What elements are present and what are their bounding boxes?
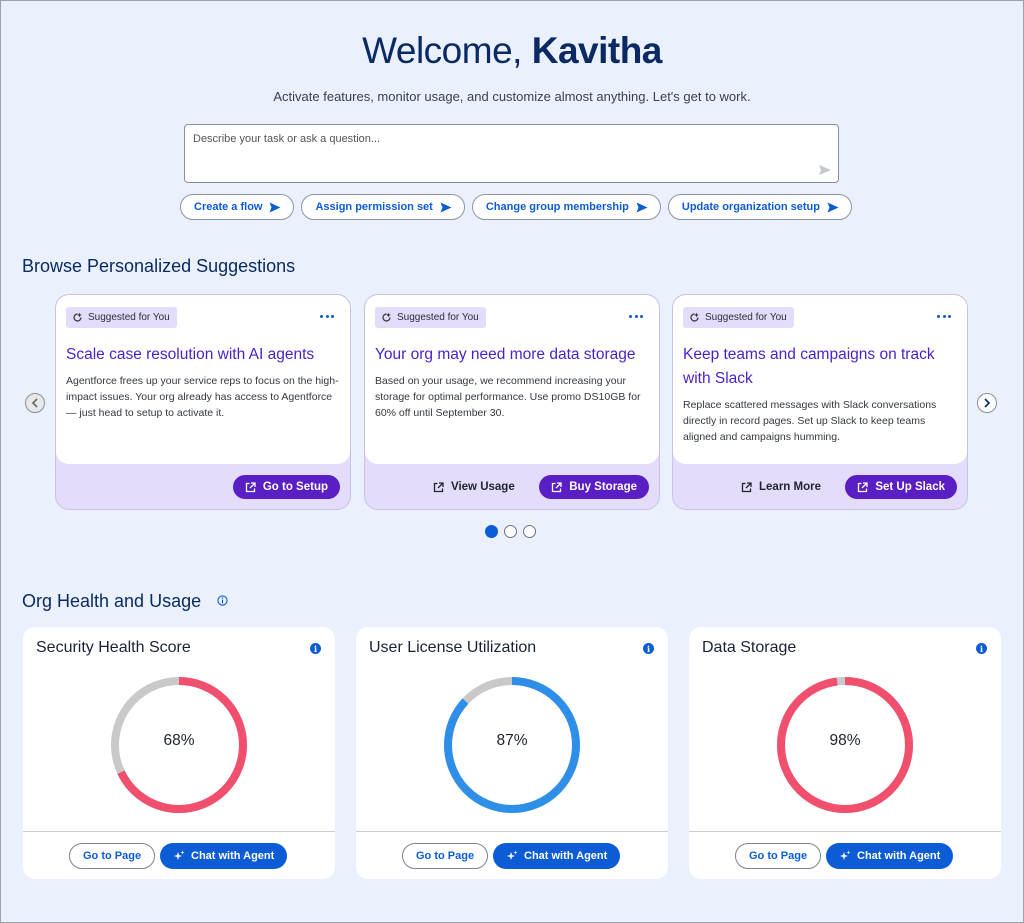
- greeting-text: Welcome,: [362, 30, 522, 71]
- send-icon: [440, 202, 452, 212]
- donut-gauge: 87%: [442, 675, 582, 815]
- quick-action-change-group-membership[interactable]: Change group membership: [471, 194, 661, 220]
- button-label: Chat with Agent: [191, 850, 275, 862]
- suggested-badge: Suggested for You: [66, 307, 177, 328]
- send-icon[interactable]: [818, 164, 832, 176]
- carousel-dot[interactable]: [485, 525, 498, 538]
- badge-label: Suggested for You: [88, 312, 170, 323]
- divider: [23, 831, 335, 832]
- gauge-value: 87%: [496, 732, 528, 749]
- send-icon: [636, 202, 648, 212]
- metric-card-user-license: User License Utilization i 87% Go to Pag…: [356, 627, 668, 879]
- external-link-icon: [245, 481, 256, 492]
- info-icon[interactable]: i: [310, 643, 321, 654]
- card-title: Your org may need more data storage: [375, 346, 636, 363]
- go-to-setup-button[interactable]: Go to Setup: [232, 475, 340, 499]
- go-to-page-button[interactable]: Go to Page: [735, 843, 822, 869]
- quick-actions: Create a flow Assign permission set Chan…: [180, 194, 852, 220]
- button-label: Chat with Agent: [524, 850, 608, 862]
- suggested-badge: Suggested for You: [683, 307, 794, 328]
- suggested-badge: Suggested for You: [375, 307, 486, 328]
- metric-card-data-storage: Data Storage i 98% Go to Page Chat with …: [689, 627, 1001, 879]
- button-label: Set Up Slack: [875, 481, 945, 493]
- quick-action-assign-permission-set[interactable]: Assign permission set: [301, 194, 465, 220]
- card-description: Agentforce frees up your service reps to…: [66, 375, 339, 419]
- view-usage-link[interactable]: View Usage: [433, 475, 515, 499]
- metric-title: Security Health Score: [36, 639, 191, 656]
- external-link-icon: [858, 481, 868, 492]
- card-title: Scale case resolution with AI agents: [66, 346, 315, 363]
- external-link-icon: [552, 481, 562, 492]
- sparkle-icon: [174, 850, 185, 860]
- set-up-slack-button[interactable]: Set Up Slack: [845, 475, 957, 499]
- info-icon[interactable]: [217, 595, 228, 606]
- suggestion-card: Suggested for You Keep teams and campaig…: [672, 294, 968, 510]
- chevron-left-icon: [31, 398, 38, 408]
- suggestion-card: Suggested for You Your org may need more…: [364, 294, 660, 510]
- quick-action-create-flow[interactable]: Create a flow: [180, 194, 295, 220]
- link-label: View Usage: [451, 481, 515, 493]
- sparkle-icon: [840, 850, 851, 860]
- quick-action-label: Create a flow: [194, 201, 263, 213]
- carousel-prev-button[interactable]: [25, 393, 45, 413]
- more-options-icon[interactable]: [629, 311, 643, 321]
- sparkle-icon: [507, 850, 518, 860]
- send-icon: [827, 202, 839, 212]
- donut-gauge: 68%: [109, 675, 249, 815]
- gauge-value: 68%: [163, 732, 195, 749]
- health-heading: Org Health and Usage: [22, 591, 202, 611]
- info-icon[interactable]: i: [976, 643, 987, 654]
- button-label: Buy Storage: [569, 481, 637, 493]
- chevron-right-icon: [984, 398, 991, 408]
- card-title: Keep teams and campaigns on track with S…: [683, 346, 935, 387]
- quick-action-label: Assign permission set: [315, 201, 433, 213]
- external-link-icon: [433, 481, 444, 492]
- send-icon: [269, 202, 281, 212]
- card-body: Suggested for You Keep teams and campaig…: [673, 295, 967, 464]
- buy-storage-button[interactable]: Buy Storage: [539, 475, 649, 499]
- carousel-dot[interactable]: [523, 525, 536, 538]
- carousel-dot[interactable]: [504, 525, 517, 538]
- learn-more-link[interactable]: Learn More: [741, 475, 821, 499]
- chat-with-agent-button[interactable]: Chat with Agent: [493, 843, 621, 869]
- go-to-page-button[interactable]: Go to Page: [69, 843, 156, 869]
- ask-input[interactable]: [184, 124, 839, 183]
- divider: [689, 831, 1001, 832]
- badge-label: Suggested for You: [705, 312, 787, 323]
- quick-action-label: Change group membership: [485, 201, 629, 213]
- page-subtitle: Activate features, monitor usage, and cu…: [273, 89, 751, 104]
- button-label: Chat with Agent: [857, 850, 941, 862]
- card-body: Suggested for You Scale case resolution …: [56, 295, 350, 464]
- carousel-pagination: [485, 525, 536, 538]
- more-options-icon[interactable]: [937, 311, 951, 321]
- card-description: Based on your usage, we recommend increa…: [375, 375, 641, 419]
- go-to-page-button[interactable]: Go to Page: [402, 843, 489, 869]
- carousel-next-button[interactable]: [977, 393, 997, 413]
- suggestion-card: Suggested for You Scale case resolution …: [55, 294, 351, 510]
- refresh-sparkle-icon: [73, 312, 82, 322]
- refresh-sparkle-icon: [382, 312, 391, 322]
- chat-with-agent-button[interactable]: Chat with Agent: [826, 843, 954, 869]
- gauge-value: 98%: [829, 732, 861, 749]
- metric-title: Data Storage: [702, 639, 797, 656]
- card-description: Replace scattered messages with Slack co…: [683, 399, 937, 443]
- page-title: Welcome, Kavitha: [0, 30, 1024, 72]
- link-label: Learn More: [759, 481, 821, 493]
- chat-with-agent-button[interactable]: Chat with Agent: [160, 843, 288, 869]
- refresh-sparkle-icon: [690, 312, 699, 322]
- quick-action-update-organization-setup[interactable]: Update organization setup: [667, 194, 852, 220]
- external-link-icon: [741, 481, 752, 492]
- user-name: Kavitha: [531, 30, 663, 71]
- card-body: Suggested for You Your org may need more…: [365, 295, 659, 464]
- quick-action-label: Update organization setup: [681, 201, 820, 213]
- donut-gauge: 98%: [775, 675, 915, 815]
- more-options-icon[interactable]: [320, 311, 334, 321]
- suggestions-heading: Browse Personalized Suggestions: [22, 256, 296, 276]
- metric-title: User License Utilization: [369, 639, 537, 656]
- button-label: Go to Setup: [262, 481, 328, 493]
- info-icon[interactable]: i: [643, 643, 654, 654]
- metric-card-security-health: Security Health Score i 68% Go to Page C…: [23, 627, 335, 879]
- badge-label: Suggested for You: [397, 312, 479, 323]
- divider: [356, 831, 668, 832]
